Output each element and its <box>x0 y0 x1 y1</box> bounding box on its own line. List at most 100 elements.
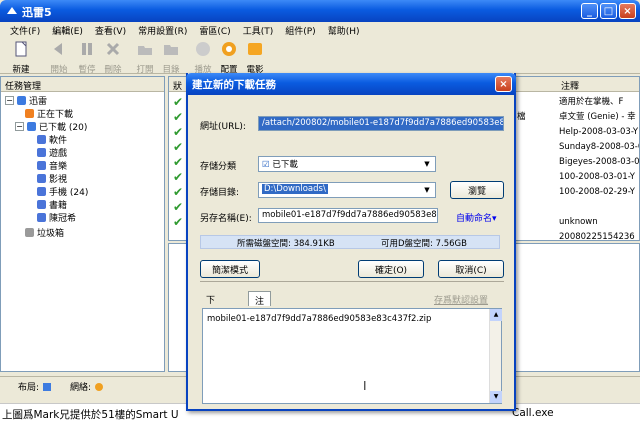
directory-select[interactable]: D:\Downloads\ ▼ <box>258 182 436 198</box>
save-default-link[interactable]: 存爲默認設置 <box>434 293 488 306</box>
title-bar: 迅雷5 _ □ × <box>0 0 640 22</box>
completed-check-icon: ✔ <box>173 200 184 214</box>
menu-bar: 文件(F) 編輯(E) 查看(V) 常用設置(R) 雷區(C) 工具(T) 組件… <box>0 22 640 38</box>
completed-check-icon: ✔ <box>173 95 184 109</box>
network-status[interactable]: 網絡: <box>70 380 104 393</box>
disk-space-info: 所需磁盤空間: 384.91KB 可用D盤空間: 7.56GB <box>200 235 500 249</box>
tree-node-trash[interactable]: 垃圾箱 <box>25 226 64 239</box>
category-label: 存儲分類 <box>200 162 237 172</box>
completed-check-icon: ✔ <box>173 215 184 229</box>
saveas-label: 另存名稱(E): <box>200 214 252 224</box>
delete-icon <box>106 42 120 56</box>
gear-icon <box>222 42 236 56</box>
dialog-close-button[interactable]: × <box>495 76 512 92</box>
open-button[interactable]: 打開 <box>132 40 158 75</box>
divider <box>200 281 504 282</box>
url-input[interactable]: /attach/200802/mobile01-e187d7f9dd7a7886… <box>258 116 504 131</box>
start-icon <box>54 43 62 55</box>
chevron-down-icon: ▼ <box>424 160 430 168</box>
category-icon <box>37 200 46 209</box>
maximize-button[interactable]: □ <box>600 3 617 19</box>
new-button[interactable]: 新建 <box>8 40 34 75</box>
comment-text: mobile01-e187d7f9dd7a7886ed90583e83c437f… <box>207 314 432 324</box>
config-button[interactable]: 配置 <box>216 40 242 75</box>
scroll-up-icon[interactable]: ▲ <box>490 309 502 321</box>
tree-node-video[interactable]: 影視 <box>37 172 67 185</box>
collapse-icon[interactable]: − <box>5 96 14 105</box>
tree-node-mobile[interactable]: 手機 (24) <box>37 185 88 198</box>
xunlei-logo-icon <box>7 7 17 14</box>
menu-tools[interactable]: 工具(T) <box>237 22 280 38</box>
auto-name-dropdown[interactable]: 自動命名▾ <box>456 211 497 224</box>
start-button[interactable]: 開始 <box>46 40 72 75</box>
tree-node-books[interactable]: 書籍 <box>37 198 67 211</box>
category-icon <box>37 135 46 144</box>
trash-icon <box>25 228 34 237</box>
open-folder-icon <box>138 46 152 55</box>
text-cursor-icon: I <box>363 379 367 393</box>
dialog-title: 建立新的下載任務 <box>192 79 276 91</box>
play-button[interactable]: 播放 <box>190 40 216 75</box>
tree-node-music[interactable]: 音樂 <box>37 159 67 172</box>
table-cell-note: Help-2008-03-03-Y <box>559 127 639 137</box>
menu-zone[interactable]: 雷區(C) <box>193 22 236 38</box>
browse-button[interactable]: 瀏覽 <box>450 181 504 199</box>
table-cell-note: 適用於在掌機、F <box>559 97 624 107</box>
tree-node-champion[interactable]: 陳冠希 <box>37 211 76 224</box>
new-file-icon <box>15 41 27 57</box>
directory-button[interactable]: 目錄 <box>158 40 184 75</box>
completed-check-icon: ✔ <box>173 140 184 154</box>
minimize-button[interactable]: _ <box>581 3 598 19</box>
close-button[interactable]: × <box>619 3 636 19</box>
ok-button[interactable]: 確定(O) <box>358 260 424 278</box>
simple-mode-button[interactable]: 簡潔模式 <box>200 260 260 278</box>
tree-node-downloaded[interactable]: − 已下載 (20) <box>15 120 87 133</box>
caption-text: 上圖爲Mark兄提供於51樓的Smart U <box>2 409 179 421</box>
tree-node-root[interactable]: − 迅雷 <box>5 94 47 107</box>
window-title: 迅雷5 <box>22 6 52 19</box>
checked-box-icon: ☑ <box>262 160 270 170</box>
saveas-input[interactable]: mobile01-e187d7f9dd7a7886ed90583e83c437f… <box>258 208 438 223</box>
movie-button[interactable]: 電影 <box>242 40 268 75</box>
menu-settings[interactable]: 常用設置(R) <box>132 22 193 38</box>
collapse-icon[interactable]: − <box>15 122 24 131</box>
comment-scrollbar[interactable]: ▲ ▼ <box>489 309 502 403</box>
table-cell-note: 卓文萱 (Genie) - 幸 <box>559 112 636 122</box>
menu-file[interactable]: 文件(F) <box>4 22 46 38</box>
menu-edit[interactable]: 編輯(E) <box>46 22 89 38</box>
play-icon <box>196 42 210 56</box>
table-cell-note: 100-2008-03-01-Y <box>559 172 635 182</box>
dialog-title-bar: 建立新的下載任務 × <box>186 73 516 95</box>
tab-download-settings[interactable]: 下載設置 <box>200 291 221 345</box>
category-icon <box>37 148 46 157</box>
tab-comment[interactable]: 注釋 <box>248 291 272 320</box>
new-download-dialog: 建立新的下載任務 × 網址(URL): /attach/200802/mobil… <box>186 73 516 411</box>
column-status[interactable]: 狀 <box>173 79 182 92</box>
layout-icon <box>43 382 52 391</box>
tree-node-downloading[interactable]: 正在下載 <box>25 107 73 120</box>
downloading-icon <box>25 109 34 118</box>
menu-view[interactable]: 查看(V) <box>89 22 132 38</box>
completed-check-icon: ✔ <box>173 170 184 184</box>
url-label: 網址(URL): <box>200 122 246 132</box>
pause-icon <box>82 43 92 55</box>
delete-button[interactable]: 刪除 <box>100 40 126 75</box>
task-tree-header: 任務管理 <box>1 77 164 92</box>
completed-check-icon: ✔ <box>173 125 184 139</box>
scroll-down-icon[interactable]: ▼ <box>490 391 502 403</box>
tree-node-software[interactable]: 軟件 <box>37 133 67 146</box>
tree-node-games[interactable]: 遊戲 <box>37 146 67 159</box>
menu-plugins[interactable]: 組件(P) <box>279 22 321 38</box>
pause-button[interactable]: 暫停 <box>74 40 100 75</box>
category-select[interactable]: ☑ 已下載 ▼ <box>258 156 436 172</box>
table-cell-note: 100-2008-02-29-Y <box>559 187 635 197</box>
disk-required: 所需磁盤空間: 384.91KB <box>237 239 335 249</box>
layout-status[interactable]: 布局: <box>18 380 52 393</box>
column-note[interactable]: 注釋 <box>561 79 579 92</box>
cancel-button[interactable]: 取消(C) <box>438 260 504 278</box>
network-icon <box>95 382 104 391</box>
category-icon <box>37 213 46 222</box>
comment-textarea[interactable]: mobile01-e187d7f9dd7a7886ed90583e83c437f… <box>202 308 502 404</box>
menu-help[interactable]: 幫助(H) <box>322 22 366 38</box>
completed-check-icon: ✔ <box>173 110 184 124</box>
